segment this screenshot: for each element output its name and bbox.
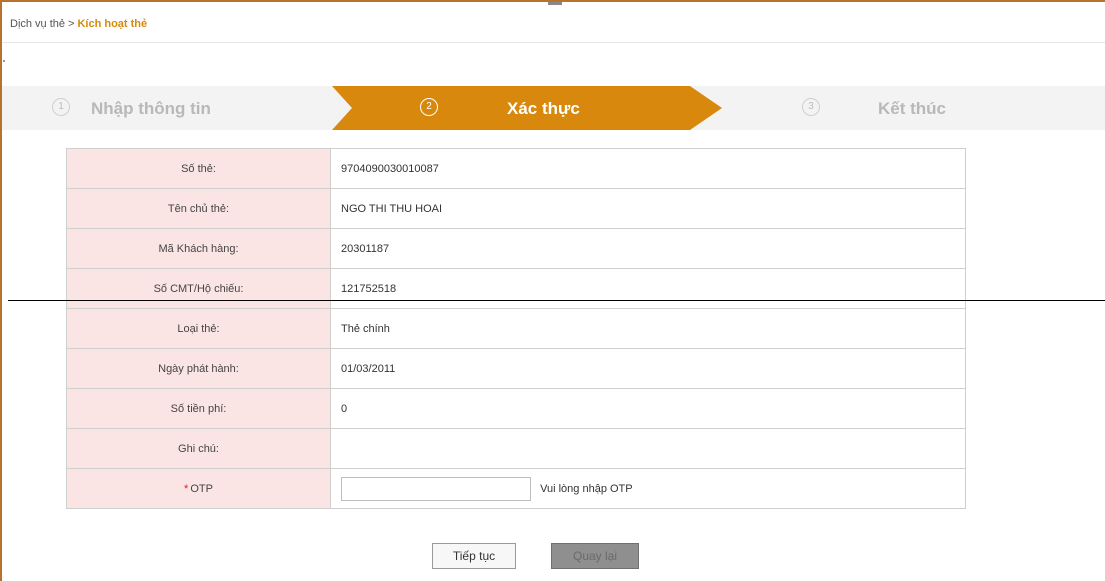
table-row: Số tiền phí: 0 [66,388,966,429]
issue-date-value: 01/03/2011 [330,348,966,389]
breadcrumb: Dịch vụ thẻ > Kích hoạt thẻ [10,18,147,30]
required-marker: * [184,482,189,495]
otp-label-text: OTP [190,482,213,495]
row-label: Số tiền phí: [66,388,331,429]
step-1-label: Nhập thông tin [91,99,211,118]
note-value [330,428,966,469]
row-label: Ghi chú: [66,428,331,469]
table-row: Số CMT/Hộ chiếu: 121752518 [66,268,966,309]
card-type-value: Thẻ chính [330,308,966,349]
breadcrumb-current: Kích hoạt thẻ [77,18,148,30]
breadcrumb-parent-link[interactable]: Dịch vụ thẻ [10,18,65,30]
cardholder-name-value: NGO THI THU HOAI [330,188,966,229]
step-3-number-icon: 3 [802,98,820,116]
table-row: Ngày phát hành: 01/03/2011 [66,348,966,389]
step-3-label: Kết thúc [878,99,946,118]
horizontal-rule [8,300,1105,301]
breadcrumb-separator: > [68,18,75,30]
breadcrumb-divider [2,42,1105,43]
card-info-table: Số thẻ: 9704090030010087 Tên chủ thẻ: NG… [66,148,966,509]
row-label: Loại thẻ: [66,308,331,349]
table-row: Số thẻ: 9704090030010087 [66,148,966,189]
back-button[interactable]: Quay lại [551,543,639,569]
table-row: Tên chủ thẻ: NGO THI THU HOAI [66,188,966,229]
id-passport-value: 121752518 [330,268,966,309]
step-2-label: Xác thực [507,99,580,118]
step-1-number-icon: 1 [52,98,70,116]
otp-input[interactable] [341,476,531,501]
table-row: Ghi chú: [66,428,966,469]
otp-label: * OTP [66,468,331,509]
table-row: Loại thẻ: Thẻ chính [66,308,966,349]
row-label: Ngày phát hành: [66,348,331,389]
card-number-value: 9704090030010087 [330,148,966,189]
table-row: Mã Khách hàng: 20301187 [66,228,966,269]
otp-cell: Vui lòng nhập OTP [330,468,966,509]
otp-hint: Vui lòng nhập OTP [540,482,633,495]
top-handle [548,2,562,5]
step-progress-bar: 1 Nhập thông tin 2 Xác thực 3 Kết thúc [2,86,1105,130]
row-label: Số thẻ: [66,148,331,189]
continue-button[interactable]: Tiếp tục [432,543,516,569]
row-label: Số CMT/Hộ chiếu: [66,268,331,309]
row-label: Mã Khách hàng: [66,228,331,269]
decorative-dot [3,60,5,62]
customer-code-value: 20301187 [330,228,966,269]
row-label: Tên chủ thẻ: [66,188,331,229]
otp-row: * OTP Vui lòng nhập OTP [66,468,966,509]
step-2-number-icon: 2 [420,98,438,116]
fee-amount-value: 0 [330,388,966,429]
